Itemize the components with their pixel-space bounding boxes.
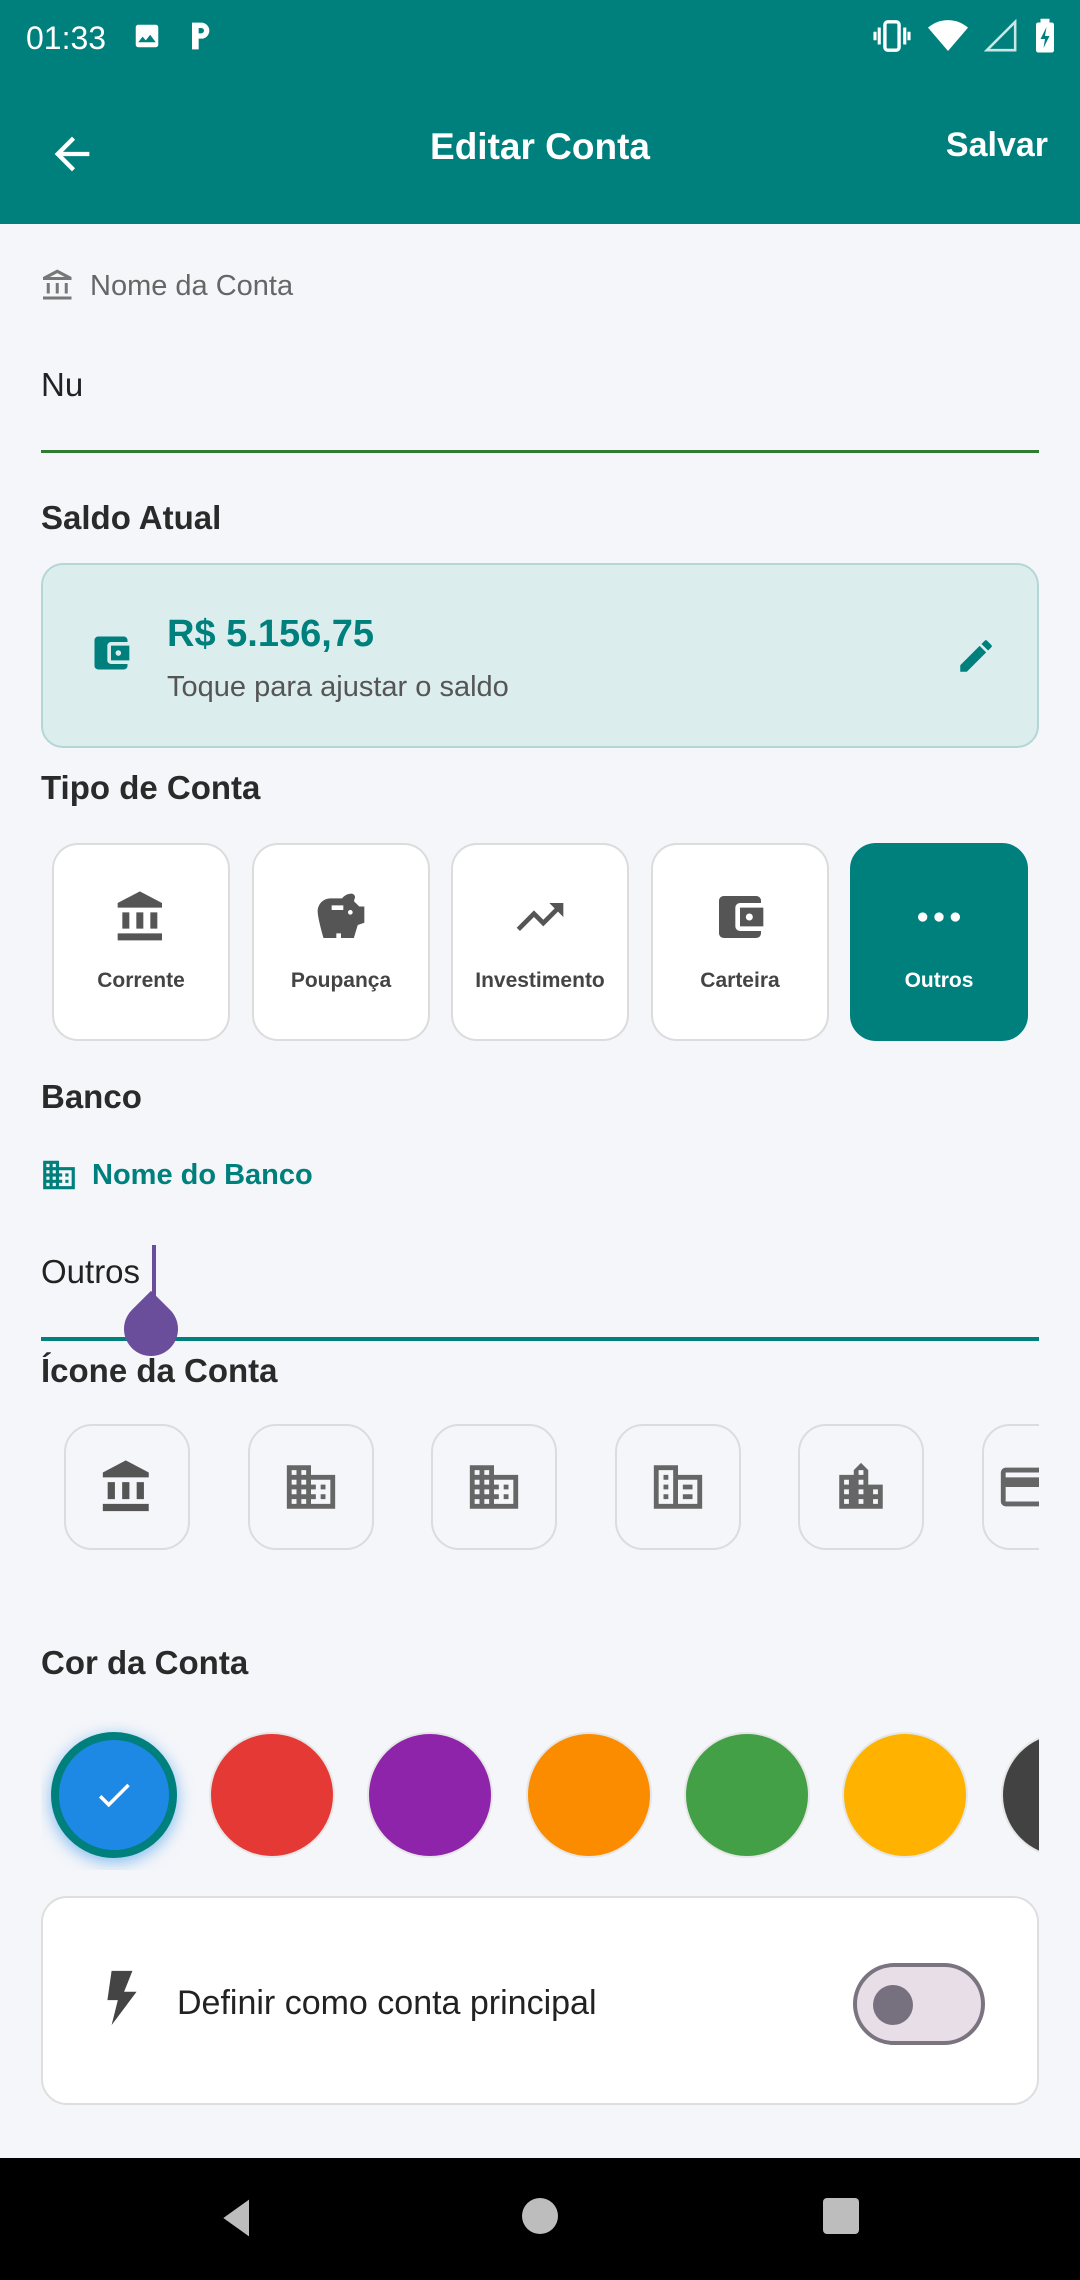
bank-name-underline [41,1337,1039,1341]
nav-home-icon[interactable] [522,2198,558,2234]
corporate-icon [469,1465,519,1509]
more-horizontal-icon [918,912,960,922]
back-button[interactable] [36,118,108,190]
type-option-carteira[interactable]: Carteira [651,843,829,1041]
bank-outline-icon [43,269,72,300]
account-color-section-title: Cor da Conta [41,1644,249,1681]
account-type-section-title: Tipo de Conta [41,769,261,806]
nav-recent-apps-icon[interactable] [823,2198,859,2234]
card-icon [1000,1467,1039,1507]
status-time: 01:33 [26,20,107,56]
balance-amount: R$ 5.156,75 [167,613,375,655]
color-option-green[interactable] [684,1732,810,1858]
type-option-corrente[interactable]: Corrente [52,843,230,1041]
wallet-icon [719,896,764,938]
business-icon [43,1160,75,1190]
color-option-red[interactable] [209,1732,335,1858]
wallet-icon [94,636,130,670]
bank-name-label: Nome do Banco [40,1156,313,1194]
type-option-outros[interactable]: Outros [850,843,1028,1041]
main-account-card[interactable]: Definir como conta principal [41,1896,1039,2105]
account-name-underline [41,450,1039,453]
icon-option-business[interactable] [248,1424,374,1550]
balance-section-title: Saldo Atual [41,499,222,536]
balance-card[interactable]: R$ 5.156,75 Toque para ajustar o saldo [41,563,1039,748]
wifi-icon [928,20,968,51]
color-option-blue[interactable] [51,1732,177,1858]
main-account-toggle[interactable] [853,1963,985,2045]
battery-charging-icon [1036,18,1054,53]
account-icon-list[interactable] [41,1424,1039,1554]
icon-option-corporate[interactable] [431,1424,557,1550]
piggy-bank-icon [317,893,365,938]
vibrate-icon [873,20,911,52]
icon-option-card[interactable] [982,1424,1039,1550]
type-option-label: Investimento [475,969,605,992]
icon-option-city[interactable] [798,1424,924,1550]
city-icon [839,1462,883,1509]
bank-icon [117,891,162,941]
nav-back-icon[interactable] [216,2196,260,2240]
image-notification-icon [135,24,159,48]
arrow-back-icon [54,136,90,172]
type-option-label: Outros [904,969,974,992]
toggle-knob [873,1985,913,2025]
app-bar: Editar Conta Salvar [0,78,1080,224]
account-name-label-text: Nome da Conta [90,269,294,302]
status-bar: 01:33 [0,0,1080,78]
edit-icon[interactable] [955,635,997,677]
color-option-amber[interactable] [842,1732,968,1858]
type-option-investimento[interactable]: Investimento [451,843,629,1041]
account-name-input[interactable]: Nu [41,366,83,404]
color-option-orange[interactable] [526,1732,652,1858]
bank-name-input[interactable]: Outros [41,1253,140,1291]
icon-option-office[interactable] [615,1424,741,1550]
system-navigation-bar [0,2158,1080,2280]
color-option-dark-gray[interactable] [1001,1732,1039,1858]
account-name-label: Nome da Conta [40,268,293,304]
account-icon-section-title: Ícone da Conta [41,1352,278,1389]
check-icon [98,1783,130,1808]
account-color-list[interactable] [41,1720,1039,1870]
main-account-label: Definir como conta principal [177,1984,597,2022]
bank-section-title: Banco [41,1078,142,1115]
signal-icon [984,19,1017,52]
type-option-label: Carteira [700,969,780,992]
type-option-label: Poupança [290,969,392,992]
business-icon [286,1465,336,1509]
color-option-purple[interactable] [367,1732,493,1858]
bolt-icon [107,1970,137,2026]
status-right-icons [872,18,1056,54]
balance-hint: Toque para ajustar o saldo [167,671,509,703]
parking-notification-icon [192,22,210,50]
trending-up-icon [516,903,564,931]
type-option-label: Corrente [97,969,185,992]
status-left-icons [132,20,214,52]
page-title: Editar Conta [430,126,650,167]
bank-icon [102,1460,149,1512]
type-option-poupanca[interactable]: Poupança [252,843,430,1041]
office-icon [653,1465,703,1509]
icon-option-bank[interactable] [64,1424,190,1550]
bank-name-label-text: Nome do Banco [92,1158,313,1191]
save-button[interactable]: Salvar [946,126,1048,165]
